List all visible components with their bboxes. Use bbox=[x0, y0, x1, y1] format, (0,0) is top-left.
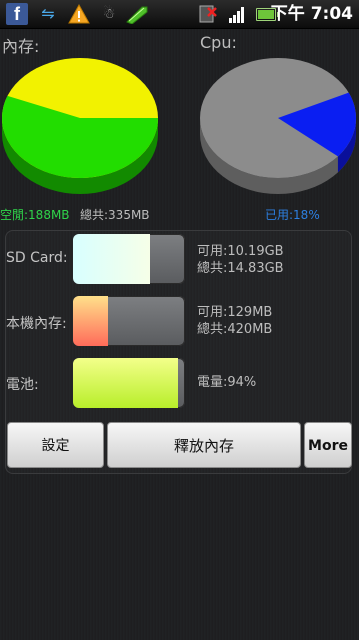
clock: 下午 7:04 bbox=[270, 4, 353, 24]
internal-storage-usage-fill bbox=[73, 296, 108, 346]
release-memory-button[interactable]: 釋放內存 bbox=[107, 422, 301, 468]
battery-label: 電池: bbox=[6, 377, 39, 393]
sd-card-label: SD Card: bbox=[6, 250, 68, 266]
cpu-used-label: 已用:18% bbox=[265, 208, 320, 222]
status-bar: f ⇋ ☃ 下午 7:04 bbox=[0, 0, 359, 29]
sd-card-usage-bar bbox=[73, 234, 185, 284]
cpu-pie-chart bbox=[200, 58, 357, 194]
battery-level-bar bbox=[73, 358, 185, 408]
android-debug-icon: ☃ bbox=[102, 6, 116, 22]
no-sim-icon bbox=[199, 5, 217, 23]
memory-total-label: 總共:335MB bbox=[80, 208, 150, 222]
sd-card-usage-fill bbox=[73, 234, 151, 284]
sd-card-total: 總共:14.83GB bbox=[197, 261, 284, 276]
settings-button[interactable]: 設定 bbox=[7, 422, 104, 468]
internal-storage-usage-bar bbox=[73, 296, 185, 346]
sd-card-available: 可用:10.19GB bbox=[197, 244, 284, 259]
more-button[interactable]: More bbox=[304, 422, 352, 468]
battery-level: 電量:94% bbox=[197, 375, 257, 390]
usb-icon: ⇋ bbox=[41, 4, 55, 23]
internal-storage-total: 總共:420MB bbox=[197, 322, 273, 337]
battery-level-fill bbox=[73, 358, 179, 408]
cpu-title: Cpu: bbox=[200, 33, 237, 52]
memory-pie-chart bbox=[1, 58, 159, 194]
memory-free-label: 空閒:188MB bbox=[0, 208, 70, 222]
signal-icon bbox=[229, 7, 244, 23]
facebook-icon: f bbox=[6, 3, 28, 25]
internal-storage-label: 本機內存: bbox=[6, 316, 67, 332]
pencil-icon bbox=[126, 6, 148, 24]
internal-storage-available: 可用:129MB bbox=[197, 305, 273, 320]
warning-icon bbox=[68, 4, 90, 24]
